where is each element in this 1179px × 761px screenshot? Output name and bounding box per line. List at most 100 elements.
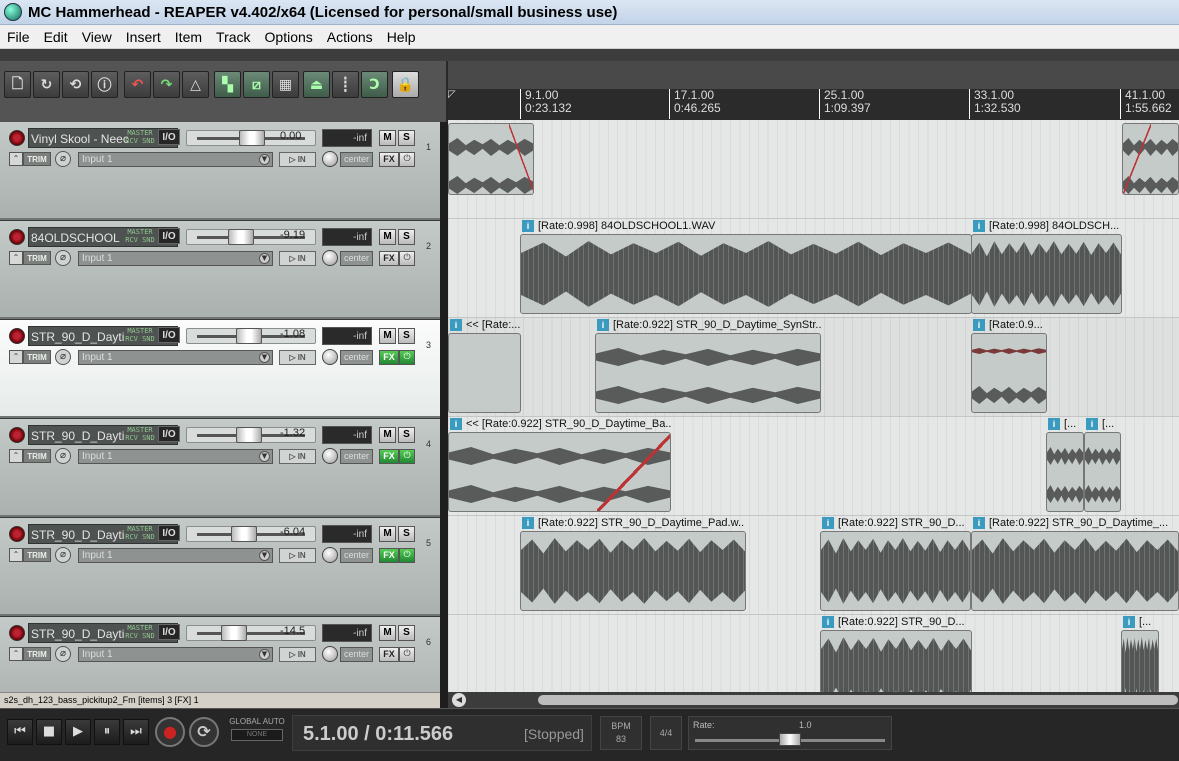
playrate-control[interactable]: Rate: 1.0 [688,716,892,750]
menu-help[interactable]: Help [380,29,423,45]
track-lane-4[interactable]: i << [Rate:0.922] STR_90_D_Daytime_Ba... … [448,417,1179,516]
input-select[interactable]: Input 1 ▼ [78,647,273,662]
fx-bypass-icon[interactable]: ⏻ [399,350,415,365]
io-button[interactable]: I/O [158,228,180,244]
media-item[interactable] [1122,123,1179,195]
io-button[interactable]: I/O [158,624,180,640]
io-button[interactable]: I/O [158,426,180,442]
mute-button[interactable]: M [379,526,396,542]
record-arm-icon[interactable] [9,625,25,641]
pan-knob[interactable] [322,349,338,365]
io-button[interactable]: I/O [158,525,180,541]
pan-knob[interactable] [322,151,338,167]
solo-button[interactable]: S [398,328,415,344]
record-monitor-button[interactable]: ▷ IN [279,449,316,464]
media-item[interactable] [448,432,671,512]
media-item[interactable] [448,333,521,413]
master-send-indicator[interactable]: MASTER RCV SND [122,327,158,345]
menu-view[interactable]: View [75,29,119,45]
menu-file[interactable]: File [0,29,37,45]
item-grouping-icon[interactable]: ⏏ [303,71,330,98]
fx-bypass-icon[interactable]: ⏻ [399,449,415,464]
phase-invert-icon[interactable]: ⌀ [55,151,71,167]
track-lane-6[interactable]: i [Rate:0.922] STR_90_D... i [... [448,615,1179,692]
media-item[interactable] [820,630,972,692]
fx-bypass-icon[interactable]: ⏻ [399,647,415,662]
phase-invert-icon[interactable]: ⌀ [55,646,71,662]
arrange-view[interactable]: ◸ 9.1.00 0:23.132 17.1.00 0:46.265 25.1.00… [448,61,1179,692]
media-item[interactable] [595,333,821,413]
phase-invert-icon[interactable]: ⌀ [55,349,71,365]
volume-fader-thumb[interactable] [239,130,265,146]
crossfade-icon[interactable]: Ↄ [361,71,388,98]
media-item[interactable] [971,234,1122,314]
go-to-start-icon[interactable]: ⏮ [7,719,33,745]
fx-bypass-icon[interactable]: ⏻ [399,251,415,266]
input-select[interactable]: Input 1 ▼ [78,350,273,365]
master-send-indicator[interactable]: MASTER RCV SND [122,525,158,543]
metronome-icon[interactable]: △ [182,71,209,98]
fx-button[interactable]: FX [379,251,399,266]
menu-item[interactable]: Item [168,29,209,45]
fx-button[interactable]: FX [379,152,399,167]
fx-button[interactable]: FX [379,647,399,662]
solo-button[interactable]: S [398,130,415,146]
media-item[interactable] [1084,432,1121,512]
project-settings-icon[interactable]: ⓘ [91,71,118,98]
record-monitor-button[interactable]: ▷ IN [279,251,316,266]
pan-knob[interactable] [322,646,338,662]
phase-invert-icon[interactable]: ⌀ [55,250,71,266]
redo-icon[interactable]: ↷ [153,71,180,98]
pan-knob[interactable] [322,448,338,464]
envelope-icon[interactable]: ⌃ [9,251,23,265]
fx-button[interactable]: FX [379,548,399,563]
io-button[interactable]: I/O [158,327,180,343]
master-send-indicator[interactable]: MASTER RCV SND [122,624,158,642]
stop-icon[interactable]: ■ [36,719,62,745]
envelope-points-icon[interactable]: ┋ [332,71,359,98]
record-monitor-button[interactable]: ▷ IN [279,548,316,563]
track-lane-5[interactable]: i [Rate:0.922] STR_90_D_Daytime_Pad.w... … [448,516,1179,615]
automation-mode[interactable]: TRIM [23,152,51,166]
track-lane-1[interactable] [448,120,1179,219]
track-lane-3[interactable]: i << [Rate:... i [Rate:0.922] STR_90_D_Day… [448,318,1179,417]
envelope-icon[interactable]: ⌃ [9,647,23,661]
auto-mode-value[interactable]: NONE [231,729,283,741]
media-item[interactable] [1121,630,1159,692]
input-select[interactable]: Input 1 ▼ [78,251,273,266]
record-monitor-button[interactable]: ▷ IN [279,152,316,167]
envelope-icon[interactable]: ⌃ [9,350,23,364]
track-control-4[interactable]: STR_90_D_Dayti MASTER RCV SND I/O -1.32 -… [0,419,440,517]
grid-toggle-icon[interactable]: ⧄ [243,71,270,98]
scroll-left-icon[interactable]: ◀ [452,693,466,707]
save-project-icon[interactable]: ⟲ [62,71,89,98]
ripple-edit-icon[interactable]: ▦ [272,71,299,98]
time-signature[interactable]: 4/4 [650,716,682,750]
envelope-icon[interactable]: ⌃ [9,449,23,463]
media-item[interactable] [448,123,534,195]
volume-fader-thumb[interactable] [236,427,262,443]
automation-mode[interactable]: TRIM [23,548,51,562]
solo-button[interactable]: S [398,526,415,542]
mute-button[interactable]: M [379,427,396,443]
record-arm-icon[interactable] [9,130,25,146]
scrollbar-thumb[interactable] [538,695,1178,705]
play-icon[interactable]: ▶ [65,719,91,745]
fx-bypass-icon[interactable]: ⏻ [399,548,415,563]
new-project-icon[interactable]: 🗋 [4,71,31,98]
input-select[interactable]: Input 1 ▼ [78,152,273,167]
volume-fader-thumb[interactable] [236,328,262,344]
menu-options[interactable]: Options [258,29,320,45]
menu-track[interactable]: Track [209,29,257,45]
automation-mode[interactable]: TRIM [23,647,51,661]
media-item[interactable] [520,234,972,314]
volume-fader-thumb[interactable] [231,526,257,542]
lock-icon[interactable]: 🔒 [392,71,419,98]
open-project-icon[interactable]: ↻ [33,71,60,98]
io-button[interactable]: I/O [158,129,180,145]
track-lane-2[interactable]: i [Rate:0.998] 84OLDSCHOOL1.WAV i [Rate:0.… [448,219,1179,318]
media-item[interactable] [520,531,746,611]
record-arm-icon[interactable] [9,328,25,344]
envelope-icon[interactable]: ⌃ [9,548,23,562]
solo-button[interactable]: S [398,229,415,245]
